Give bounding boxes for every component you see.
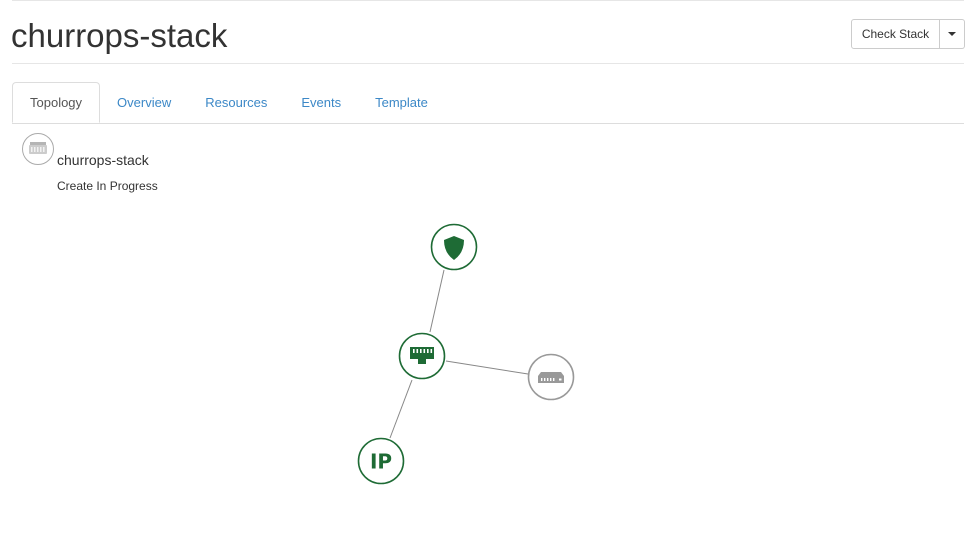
stack-status: Create In Progress [57,179,158,193]
stack-actions: Check Stack [851,19,965,49]
stack-tabs: Topology Overview Resources Events Templ… [12,82,964,124]
port-node[interactable] [398,332,446,380]
stack-server-icon [22,133,54,165]
tab-template[interactable]: Template [358,82,445,122]
server-icon [538,372,564,383]
header-divider [12,63,964,64]
link-port-server [445,360,529,375]
link-port-floating-ip [389,379,413,439]
stack-detail-page: churrops-stack Check Stack Topology Over… [0,0,976,539]
tab-events[interactable]: Events [284,82,358,122]
ip-icon: IP [370,450,392,474]
actions-dropdown-toggle[interactable] [940,19,965,49]
security-group-node[interactable] [430,223,478,271]
floating-ip-node[interactable]: IP [357,437,405,485]
top-divider [12,0,964,1]
check-stack-button[interactable]: Check Stack [851,19,940,49]
topology-graph: IP [357,223,575,485]
tab-topology[interactable]: Topology [12,82,101,123]
chevron-down-icon [948,32,956,36]
tab-overview[interactable]: Overview [100,82,188,122]
tab-resources[interactable]: Resources [188,82,284,122]
server-node[interactable] [527,353,575,401]
page-title: churrops-stack [11,17,228,54]
stack-name: churrops-stack [57,152,149,168]
link-security-group-port [429,269,445,333]
